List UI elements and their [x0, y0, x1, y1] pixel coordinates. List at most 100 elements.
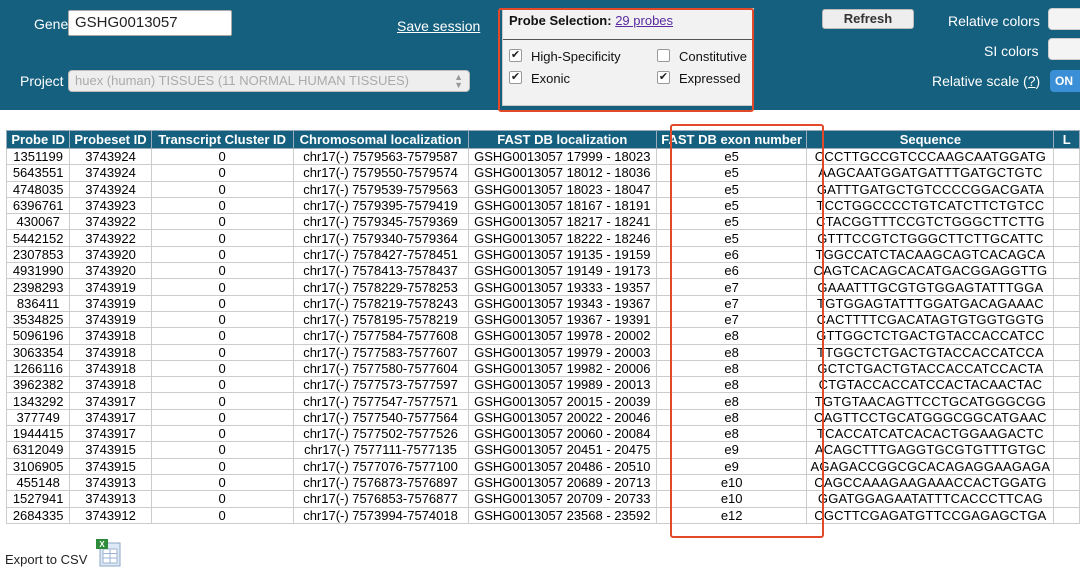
sequence-cell: CAGCCAAAGAAGAAACCACTGGATG [806, 473, 1055, 492]
extra-cell [1053, 294, 1080, 312]
table-row: 3063354 3743918 0 chr17(-) 7577583-7577607 G… [6, 343, 1080, 361]
refresh-button[interactable]: Refresh [822, 9, 914, 29]
extra-cell [1053, 408, 1080, 427]
probeset-id-cell: 3743917 [69, 425, 152, 443]
chromosomal-loc-cell: chr17(-) 7577502-7577526 [292, 425, 469, 443]
probe-id-cell: 2398293 [6, 278, 71, 296]
probe-table-container: Probe ID Probeset ID Transcript Cluster ID… [6, 130, 1080, 538]
table-row: 3962382 3743918 0 chr17(-) 7577573-7577597 G… [6, 376, 1080, 394]
exon-number-cell: e6 [655, 245, 808, 264]
sequence-cell: GTTTCCGTCTGGGCTTCTTGCATTC [806, 229, 1055, 247]
select-arrows-icon: ▲ ▼ [454, 72, 463, 90]
transcript-cluster-cell: 0 [150, 196, 294, 215]
column-header[interactable]: Probe ID [6, 130, 71, 149]
table-row: 1944415 3743917 0 chr17(-) 7577502-7577526 G… [6, 425, 1080, 443]
fastdb-loc-cell: GSHG0013057 19135 - 19159 [467, 245, 657, 264]
save-session-link[interactable]: Save session [397, 18, 480, 34]
relative-scale-toggle[interactable]: ON [1050, 70, 1080, 92]
transcript-cluster-cell: 0 [150, 441, 294, 459]
sequence-cell: CAGTCACAGCACATGACGGAGGTTG [806, 262, 1055, 280]
expressed-label: Expressed [679, 71, 741, 86]
table-row: 3534825 3743919 0 chr17(-) 7578195-7578219 G… [6, 310, 1080, 329]
fastdb-loc-cell: GSHG0013057 17999 - 18023 [467, 147, 657, 166]
probe-id-cell: 3106905 [6, 457, 71, 475]
probe-id-cell: 455148 [6, 473, 71, 492]
transcript-cluster-cell: 0 [150, 359, 294, 378]
transcript-cluster-cell: 0 [150, 278, 294, 296]
chromosomal-loc-cell: chr17(-) 7577547-7577571 [292, 392, 469, 410]
sequence-cell: TCCTGGCCCCTGTCATCTTCTGTCC [806, 196, 1055, 215]
constitutive-label: Constitutive [679, 49, 747, 64]
extra-cell [1053, 359, 1080, 378]
column-header[interactable]: Sequence [806, 130, 1055, 149]
column-header[interactable]: FAST DB localization [467, 130, 657, 149]
probe-id-cell: 1266116 [6, 359, 71, 378]
expressed-checkbox[interactable]: ✔ [657, 71, 670, 84]
probe-table: Probe ID Probeset ID Transcript Cluster ID… [6, 130, 1080, 524]
si-colors-label: SI colors [984, 43, 1039, 59]
exon-number-cell: e7 [655, 278, 808, 296]
probeset-id-cell: 3743915 [69, 441, 152, 459]
exon-number-cell: e8 [655, 327, 808, 345]
probeset-id-cell: 3743918 [69, 327, 152, 345]
probeset-id-cell: 3743919 [69, 310, 152, 329]
si-colors-toggle[interactable] [1048, 38, 1080, 60]
chromosomal-loc-cell: chr17(-) 7579550-7579574 [292, 164, 469, 182]
column-header[interactable]: FAST DB exon number [655, 130, 808, 149]
sequence-cell: CCCTTGCCGTCCCAAGCAATGGATG [806, 147, 1055, 166]
column-header[interactable]: Transcript Cluster ID [150, 130, 294, 149]
probe-count-link[interactable]: 29 probes [615, 13, 673, 28]
fastdb-loc-cell: GSHG0013057 19979 - 20003 [467, 343, 657, 361]
export-csv-label[interactable]: Export to CSV [5, 552, 87, 567]
exon-number-cell: e5 [655, 213, 808, 231]
column-header[interactable]: Probeset ID [69, 130, 152, 149]
gene-input[interactable]: GSHG0013057 [68, 10, 232, 36]
fastdb-loc-cell: GSHG0013057 18023 - 18047 [467, 180, 657, 198]
exonic-checkbox[interactable]: ✔ [509, 71, 522, 84]
gene-label: Gene [34, 16, 69, 32]
extra-cell [1053, 310, 1080, 329]
extra-cell [1053, 164, 1080, 182]
chromosomal-loc-cell: chr17(-) 7578229-7578253 [292, 278, 469, 296]
probe-id-cell: 3063354 [6, 343, 71, 361]
probe-id-cell: 3534825 [6, 310, 71, 329]
probe-id-cell: 1343292 [6, 392, 71, 410]
transcript-cluster-cell: 0 [150, 408, 294, 427]
exon-number-cell: e5 [655, 180, 808, 198]
constitutive-checkbox[interactable] [657, 49, 670, 62]
transcript-cluster-cell: 0 [150, 310, 294, 329]
high-specificity-checkbox[interactable]: ✔ [509, 49, 522, 62]
column-header[interactable]: Chromosomal localization [292, 130, 469, 149]
transcript-cluster-cell: 0 [150, 343, 294, 361]
sequence-cell: TGTGGAGTATTTGGATGACAGAAAC [806, 294, 1055, 312]
relative-scale-help-link[interactable]: ? [1028, 73, 1036, 89]
probe-id-cell: 836411 [6, 294, 71, 312]
extra-cell [1053, 343, 1080, 361]
sequence-cell: GAAATTTGCGTGTGGAGTATTTGGA [806, 278, 1055, 296]
probe-id-cell: 1527941 [6, 490, 71, 508]
exon-number-cell: e8 [655, 425, 808, 443]
exon-number-cell: e7 [655, 294, 808, 312]
csv-file-icon[interactable]: X [94, 538, 124, 568]
sequence-cell: GTTGGCTCTGACTGTACCACCATCC [806, 327, 1055, 345]
chromosomal-loc-cell: chr17(-) 7576873-7576897 [292, 473, 469, 492]
fastdb-loc-cell: GSHG0013057 18012 - 18036 [467, 164, 657, 182]
probe-id-cell: 2307853 [6, 245, 71, 264]
sequence-cell: GATTTGATGCTGTCCCCGGACGATA [806, 180, 1055, 198]
table-row: 2307853 3743920 0 chr17(-) 7578427-7578451 G… [6, 245, 1080, 264]
probe-id-cell: 430067 [6, 213, 71, 231]
fastdb-loc-cell: GSHG0013057 19149 - 19173 [467, 262, 657, 280]
project-select[interactable]: huex (human) TISSUES (11 NORMAL HUMAN TI… [68, 70, 470, 92]
extra-cell [1053, 229, 1080, 247]
sequence-cell: CTGTACCACCATCCACTACAACTAC [806, 376, 1055, 394]
probeset-id-cell: 3743922 [69, 229, 152, 247]
column-header[interactable]: L [1053, 130, 1080, 149]
probeset-id-cell: 3743919 [69, 294, 152, 312]
chromosomal-loc-cell: chr17(-) 7577584-7577608 [292, 327, 469, 345]
fastdb-loc-cell: GSHG0013057 20486 - 20510 [467, 457, 657, 475]
control-panel: Gene GSHG0013057 Save session Project hu… [0, 0, 1080, 110]
relative-colors-toggle[interactable] [1048, 8, 1080, 30]
chromosomal-loc-cell: chr17(-) 7578219-7578243 [292, 294, 469, 312]
exon-number-cell: e8 [655, 392, 808, 410]
chromosomal-loc-cell: chr17(-) 7577580-7577604 [292, 359, 469, 378]
